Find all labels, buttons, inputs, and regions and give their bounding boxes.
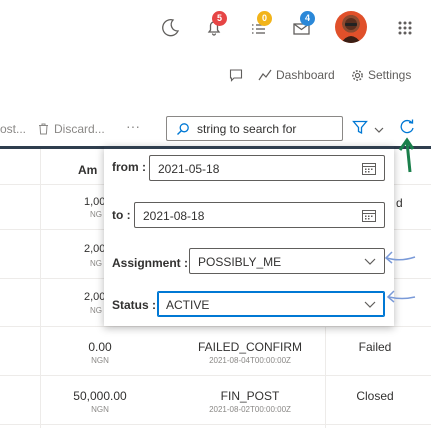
green-arrow-annotation: [398, 137, 415, 173]
blue-arrow-annotation: [384, 251, 416, 264]
blue-arrow-annotation: [386, 290, 416, 303]
annotation-overlay: [384, 137, 416, 303]
